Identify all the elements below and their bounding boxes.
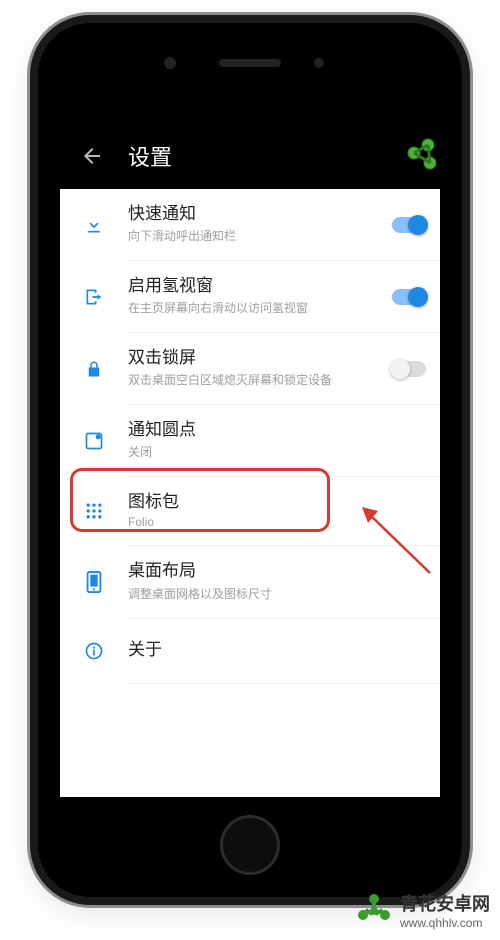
appbar-decoration-icon xyxy=(396,129,440,179)
home-button[interactable] xyxy=(220,815,280,875)
item-title: 图标包 xyxy=(128,491,426,513)
window-exit-icon xyxy=(74,287,114,307)
screen: 设置 快速通知 向下滑动呼 xyxy=(60,123,440,797)
lock-icon xyxy=(74,359,114,379)
item-icon-pack[interactable]: 图标包 Folio xyxy=(60,477,440,545)
info-icon xyxy=(74,641,114,661)
item-quick-notification[interactable]: 快速通知 向下滑动呼出通知栏 xyxy=(60,189,440,260)
download-arrow-icon xyxy=(74,215,114,235)
item-title: 通知圆点 xyxy=(128,419,426,441)
item-subtitle: 向下滑动呼出通知栏 xyxy=(128,227,380,244)
back-button[interactable] xyxy=(68,132,116,180)
toggle[interactable] xyxy=(392,361,426,377)
phone-layout-icon xyxy=(74,571,114,593)
toggle[interactable] xyxy=(392,217,426,233)
phone-inner: 设置 快速通知 向下滑动呼 xyxy=(38,23,462,897)
watermark-url: www.qhhlv.com xyxy=(400,916,490,930)
item-subtitle: 关闭 xyxy=(128,443,426,460)
item-subtitle: Folio xyxy=(128,515,426,529)
watermark-name: 青花安卓网 xyxy=(400,890,490,916)
divider xyxy=(128,683,440,684)
phone-speaker xyxy=(219,59,281,67)
item-hydrogen-window[interactable]: 启用氢视窗 在主页屏幕向右滑动以访问氢视窗 xyxy=(60,261,440,332)
settings-list: 快速通知 向下滑动呼出通知栏 启用氢视窗 在主页屏幕向右滑动以访问氢视窗 xyxy=(60,189,440,684)
watermark: 青花安卓网 www.qhhlv.com xyxy=(354,890,490,930)
toggle[interactable] xyxy=(392,289,426,305)
item-subtitle: 在主页屏幕向右滑动以访问氢视窗 xyxy=(128,299,380,316)
apps-grid-icon xyxy=(74,501,114,521)
item-double-tap-lock[interactable]: 双击锁屏 双击桌面空白区域熄灭屏幕和锁定设备 xyxy=(60,333,440,404)
phone-sensor xyxy=(314,58,324,68)
item-notification-dot[interactable]: 通知圆点 关闭 xyxy=(60,405,440,476)
item-desktop-layout[interactable]: 桌面布局 调整桌面网格以及图标尺寸 xyxy=(60,546,440,617)
item-subtitle: 调整桌面网格以及图标尺寸 xyxy=(128,585,426,602)
item-title: 关于 xyxy=(128,639,426,661)
phone-camera xyxy=(164,57,176,69)
item-title: 快速通知 xyxy=(128,203,380,225)
item-title: 双击锁屏 xyxy=(128,347,380,369)
back-arrow-icon xyxy=(80,144,104,168)
appbar-title: 设置 xyxy=(128,140,172,172)
item-title: 桌面布局 xyxy=(128,560,426,582)
item-subtitle: 双击桌面空白区域熄灭屏幕和锁定设备 xyxy=(128,371,380,388)
watermark-logo-icon xyxy=(354,890,394,930)
item-about[interactable]: 关于 xyxy=(60,619,440,683)
appbar: 设置 xyxy=(60,123,440,189)
item-title: 启用氢视窗 xyxy=(128,275,380,297)
notification-dot-icon xyxy=(74,431,114,451)
phone-frame: 设置 快速通知 向下滑动呼 xyxy=(30,15,470,905)
